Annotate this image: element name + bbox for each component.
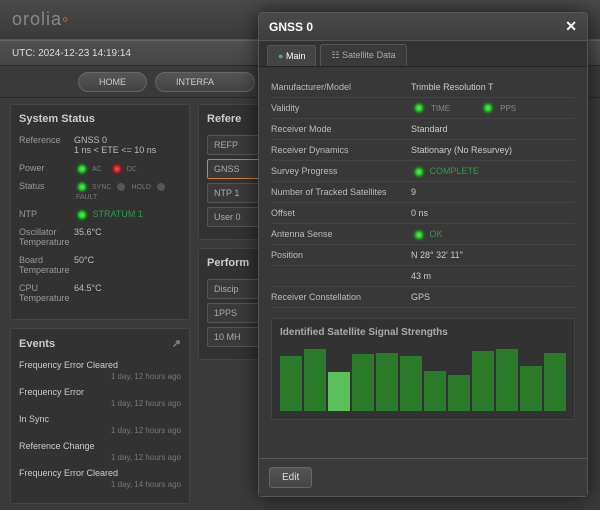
led-ntp	[78, 211, 86, 219]
led-time	[415, 104, 423, 112]
modal-title: GNSS 0	[269, 20, 313, 34]
event-time: 1 day, 12 hours ago	[19, 399, 181, 408]
signal-bar	[328, 372, 350, 411]
signal-bar	[352, 354, 374, 411]
signal-bar	[472, 351, 494, 411]
signal-strength-panel: Identified Satellite Signal Strengths	[271, 318, 575, 420]
system-status-title: System Status	[19, 113, 181, 125]
expand-icon[interactable]: ↗	[172, 337, 181, 350]
event-item: Frequency Error Cleared	[19, 468, 181, 478]
modal-header: GNSS 0 ✕	[259, 13, 587, 41]
led-dc	[113, 165, 121, 173]
modal-tabs: ● Main ☷ Satellite Data	[259, 41, 587, 67]
signal-bar	[376, 353, 398, 412]
led-hold	[117, 183, 125, 191]
edit-button[interactable]: Edit	[269, 467, 312, 488]
event-item: Reference Change	[19, 441, 181, 451]
close-icon[interactable]: ✕	[565, 18, 577, 35]
signal-strength-title: Identified Satellite Signal Strengths	[280, 327, 566, 338]
tab-main[interactable]: ● Main	[267, 45, 316, 66]
events-panel: Events ↗ Frequency Error Cleared 1 day, 12…	[10, 328, 190, 504]
signal-bars-chart	[280, 346, 566, 411]
event-time: 1 day, 12 hours ago	[19, 372, 181, 381]
signal-bar	[304, 349, 326, 411]
events-title: Events	[19, 338, 55, 350]
signal-bar	[400, 356, 422, 411]
modal-footer: Edit	[259, 458, 587, 496]
led-antenna	[415, 231, 423, 239]
event-item: In Sync	[19, 414, 181, 424]
event-item: Frequency Error	[19, 387, 181, 397]
event-item: Frequency Error Cleared	[19, 360, 181, 370]
brand-logo: orolia◦	[12, 9, 69, 30]
system-status-panel: System Status ReferenceGNSS 01 ns < ETE …	[10, 104, 190, 320]
nav-interfaces[interactable]: INTERFA	[155, 72, 255, 92]
gnss-modal: GNSS 0 ✕ ● Main ☷ Satellite Data Manufac…	[258, 12, 588, 497]
modal-body: Manufacturer/ModelTrimble Resolution T V…	[259, 67, 587, 458]
led-ac	[78, 165, 86, 173]
signal-bar	[448, 375, 470, 411]
signal-bar	[496, 349, 518, 411]
led-fault	[157, 183, 165, 191]
utc-time: UTC: 2024-12-23 14:19:14	[12, 48, 131, 59]
signal-bar	[520, 366, 542, 412]
event-time: 1 day, 14 hours ago	[19, 480, 181, 489]
led-sync	[78, 183, 86, 191]
nav-home[interactable]: HOME	[78, 72, 147, 92]
tab-satellite-data[interactable]: ☷ Satellite Data	[320, 44, 406, 66]
signal-bar	[280, 356, 302, 411]
led-survey	[415, 168, 423, 176]
event-time: 1 day, 12 hours ago	[19, 453, 181, 462]
signal-bar	[544, 353, 566, 412]
event-time: 1 day, 12 hours ago	[19, 426, 181, 435]
led-pps	[484, 104, 492, 112]
signal-bar	[424, 371, 446, 411]
